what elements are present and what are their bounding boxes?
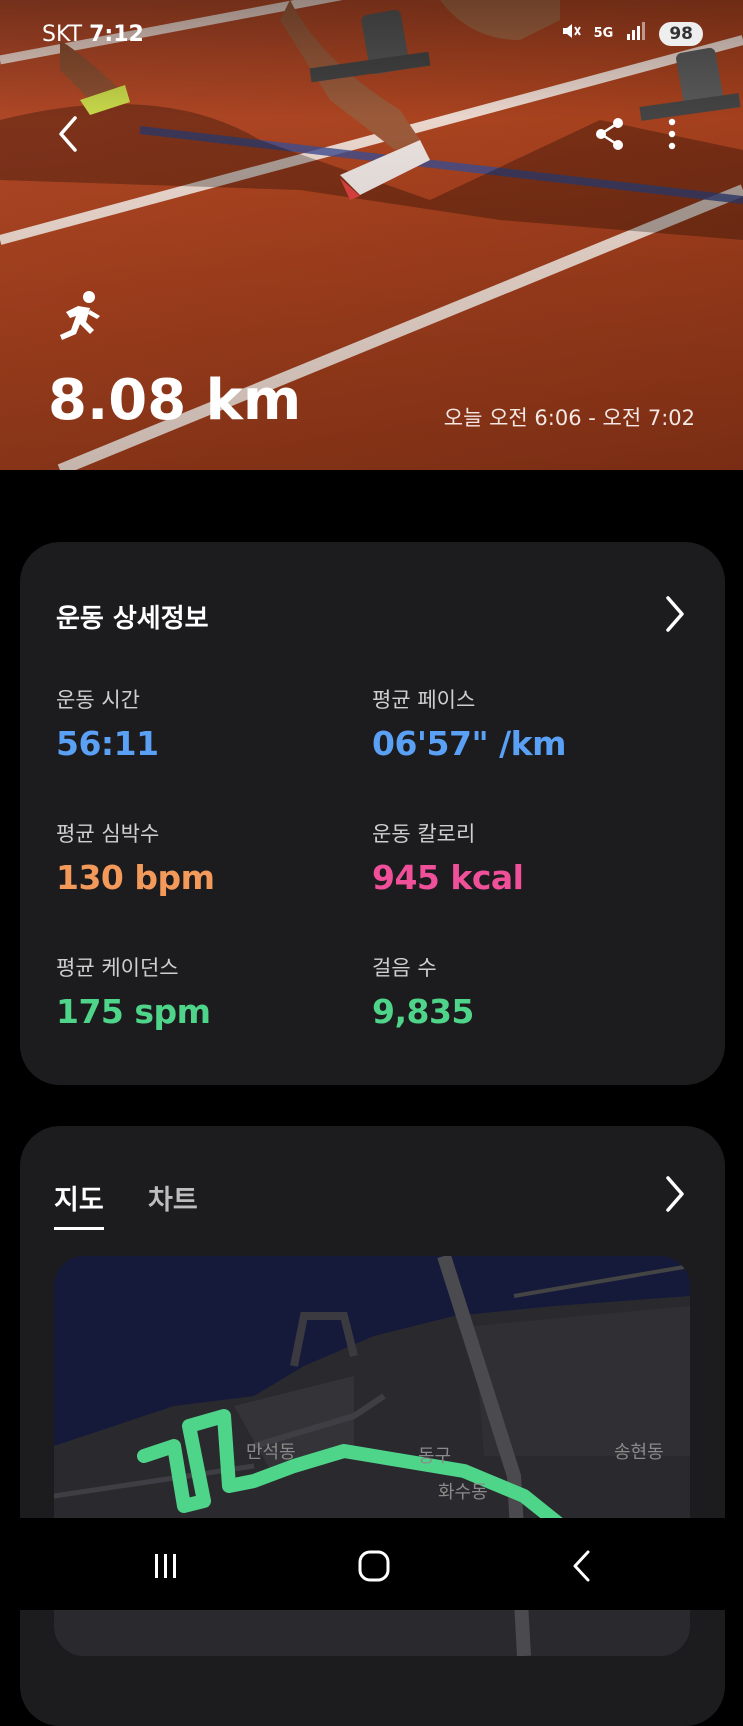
carrier-label: SKT	[42, 22, 83, 47]
back-button[interactable]	[46, 112, 90, 156]
metric-calories: 운동 칼로리 945 kcal	[372, 818, 524, 897]
tab-map[interactable]: 지도	[54, 1178, 104, 1230]
total-distance: 8.08 km	[48, 368, 302, 433]
system-navigation-bar	[0, 1518, 743, 1610]
metric-value: 9,835	[372, 992, 474, 1031]
chevron-right-icon	[666, 1176, 684, 1212]
metric-value: 945 kcal	[372, 858, 524, 897]
more-options-button[interactable]	[650, 112, 694, 156]
status-carrier-time: SKT 7:12	[42, 22, 144, 47]
metric-duration: 운동 시간 56:11	[56, 684, 159, 763]
metric-label: 평균 페이스	[372, 688, 476, 712]
signal-icon	[625, 20, 647, 47]
share-button[interactable]	[588, 112, 632, 156]
status-bar: SKT 7:12 5G 98	[0, 0, 743, 70]
map-label: 화수동	[438, 1482, 488, 1503]
map-chart-card: 지도 차트 만석동 동구 화수동 송현동	[20, 1126, 725, 1726]
clock: 7:12	[89, 22, 144, 47]
map-expand-button[interactable]	[659, 1174, 689, 1214]
map-label: 만석동	[246, 1442, 296, 1463]
metric-value: 175 spm	[56, 992, 211, 1031]
map-label: 송현동	[614, 1442, 664, 1463]
chevron-left-icon	[59, 116, 77, 152]
metric-value: 56:11	[56, 724, 159, 763]
recent-apps-button[interactable]	[136, 1546, 196, 1586]
share-icon	[596, 118, 623, 150]
metric-label: 걸음 수	[372, 956, 437, 980]
metric-avg-cadence: 평균 케이던스 175 spm	[56, 952, 211, 1031]
home-button[interactable]	[344, 1546, 404, 1586]
metric-label: 평균 심박수	[56, 822, 160, 846]
metric-value: 130 bpm	[56, 858, 215, 897]
metric-value: 06'57" /km	[372, 724, 567, 763]
back-arrow-icon	[573, 1550, 590, 1582]
back-nav-button[interactable]	[552, 1546, 612, 1586]
battery-icon: 98	[659, 21, 703, 46]
details-expand-button[interactable]	[659, 594, 689, 634]
home-icon	[358, 1550, 390, 1582]
metric-avg-pace: 평균 페이스 06'57" /km	[372, 684, 567, 763]
recent-apps-icon	[155, 1554, 176, 1578]
hero-banner: SKT 7:12 5G 98 8.08 km 오늘 오전 6:06 - 오전 7…	[0, 0, 743, 470]
chevron-right-icon	[666, 596, 684, 632]
status-icons: 5G 98	[560, 20, 703, 47]
metric-label: 운동 시간	[56, 688, 140, 712]
metric-avg-heart-rate: 평균 심박수 130 bpm	[56, 818, 215, 897]
running-person-icon	[56, 290, 104, 346]
metric-label: 평균 케이던스	[56, 956, 179, 980]
metric-label: 운동 칼로리	[372, 822, 476, 846]
more-vertical-icon	[668, 118, 676, 150]
metric-steps: 걸음 수 9,835	[372, 952, 474, 1031]
workout-time-range: 오늘 오전 6:06 - 오전 7:02	[443, 406, 695, 430]
mute-icon	[560, 20, 582, 47]
map-label: 동구	[418, 1446, 452, 1467]
details-title: 운동 상세정보	[56, 604, 209, 634]
workout-details-card[interactable]: 운동 상세정보 운동 시간 56:11 평균 페이스 06'57" /km 평균…	[20, 542, 725, 1085]
network-label: 5G	[593, 26, 614, 41]
tab-chart[interactable]: 차트	[148, 1178, 198, 1227]
